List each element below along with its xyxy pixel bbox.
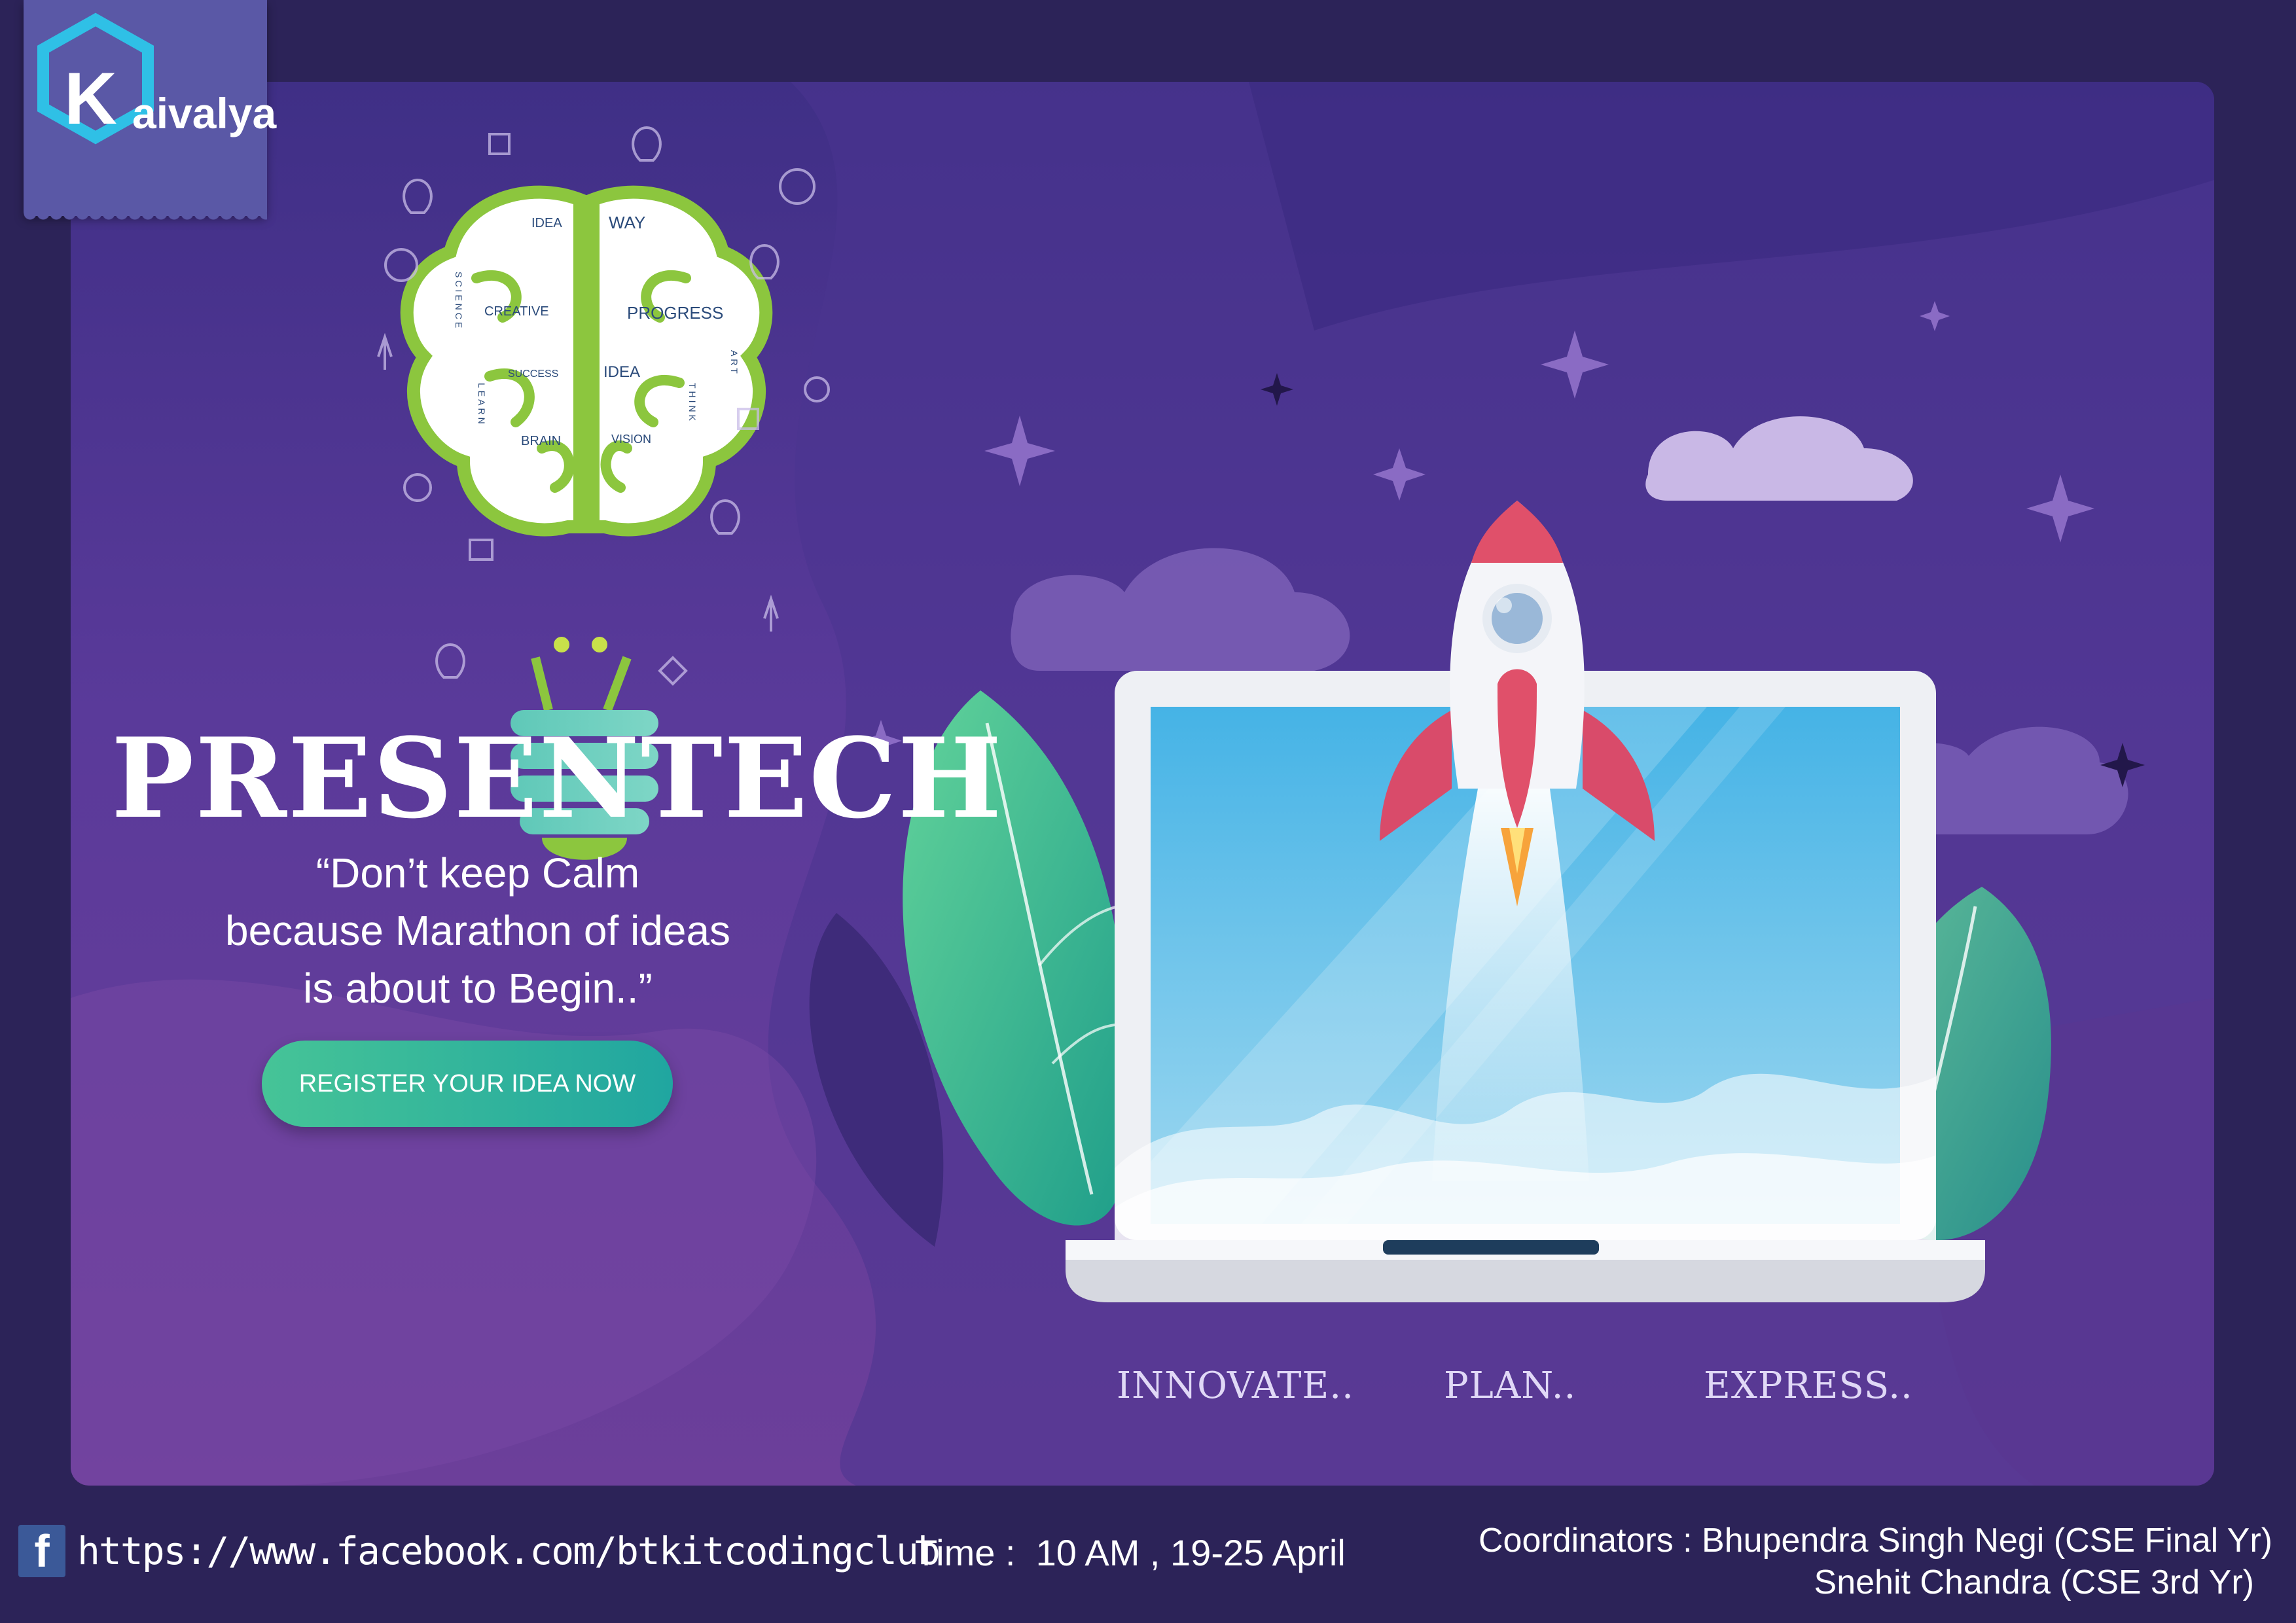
brand-initial: K [64, 58, 117, 139]
quote-line-2: because Marathon of ideas [224, 907, 731, 954]
facebook-url[interactable]: https://www.facebook.com/btkitcodingclub [77, 1529, 941, 1573]
brain-word-success: SUCCESS [508, 368, 559, 380]
brain-word-learn: LEARN [476, 383, 487, 427]
event-quote: “Don’t keep Calm because Marathon of ide… [196, 844, 759, 1017]
tagline-innovate: INNOVATE.. [1117, 1364, 1354, 1407]
brain-word-think: THINK [687, 383, 698, 423]
brain-word-creative: CREATIVE [484, 304, 549, 319]
brand-logo: K aivalya [24, 0, 276, 225]
register-idea-button[interactable]: REGISTER YOUR IDEA NOW [262, 1041, 673, 1127]
brain-word-science: SCIENCE [454, 272, 464, 331]
event-title: PRESENTECH [111, 713, 1003, 843]
tagline-plan: PLAN.. [1444, 1364, 1577, 1407]
facebook-link[interactable]: f https://www.facebook.com/btkitcodingcl… [18, 1525, 941, 1577]
brain-word-idea-1: IDEA [531, 216, 562, 230]
brain-word-way: WAY [609, 213, 646, 232]
brand-name: aivalya [132, 89, 277, 137]
quote-line-3: is about to Begin..” [303, 965, 653, 1012]
event-time: Time : 10 AM , 19-25 April [915, 1532, 1346, 1573]
brain-word-brain: BRAIN [521, 434, 562, 448]
facebook-icon: f [18, 1525, 65, 1577]
coordinators: Coordinators : Bhupendra Singh Negi (CSE… [1479, 1520, 2272, 1603]
brain-word-art: ART [729, 350, 740, 376]
coordinator-line-2: Snehit Chandra (CSE 3rd Yr) [1814, 1563, 2254, 1601]
tagline-express: EXPRESS.. [1704, 1364, 1913, 1407]
brain-word-progress: PROGRESS [627, 303, 724, 323]
coordinator-line-1: Coordinators : Bhupendra Singh Negi (CSE… [1479, 1522, 2272, 1560]
quote-line-1: “Don’t keep Calm [315, 849, 640, 897]
brain-word-vision: VISION [611, 433, 652, 446]
brain-word-idea-2: IDEA [603, 363, 641, 381]
